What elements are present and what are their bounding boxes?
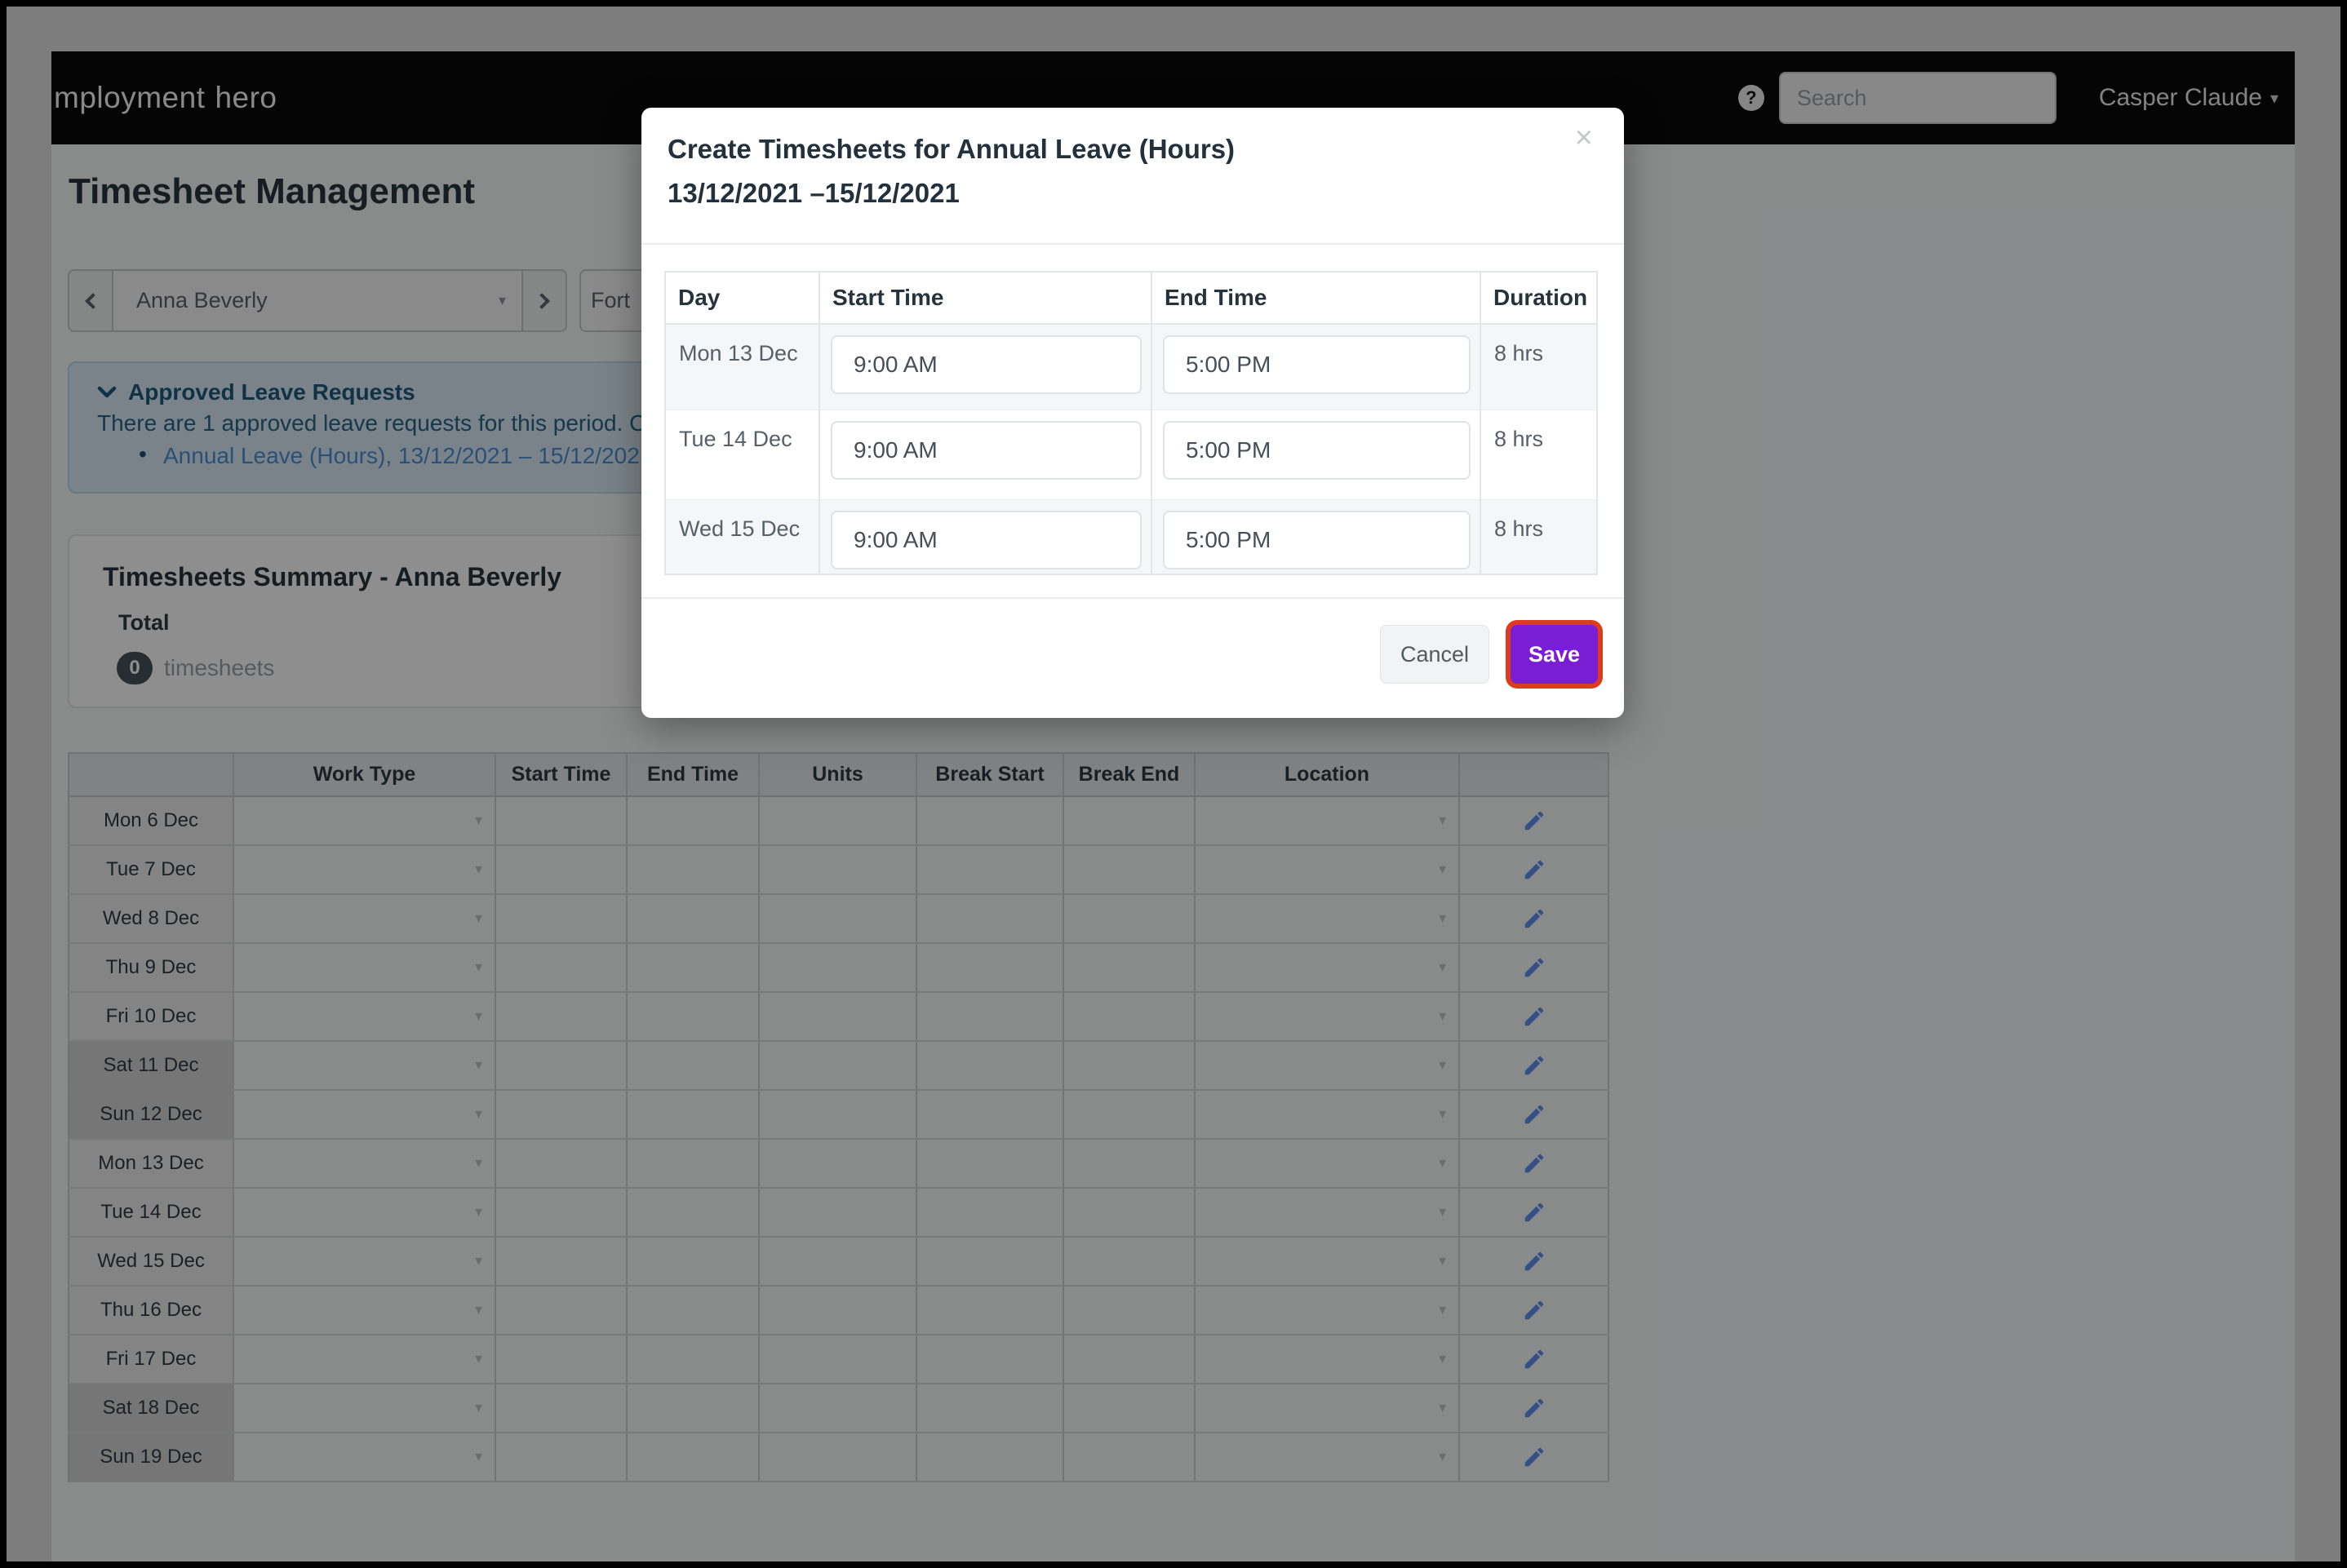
modal-header-divider [641, 243, 1624, 245]
end-time-input[interactable] [1163, 335, 1471, 394]
start-time-input[interactable] [831, 335, 1142, 394]
end-time-input[interactable] [1163, 421, 1471, 480]
modal-title-line1: Create Timesheets for Annual Leave (Hour… [668, 132, 1624, 166]
start-time-cell [819, 499, 1151, 574]
leave-day-label: Tue 14 Dec [665, 410, 819, 499]
leave-time-row: Mon 13 Dec 8 hrs [665, 324, 1597, 410]
save-button[interactable]: Save [1511, 625, 1598, 684]
duration-value: 8 hrs [1480, 324, 1597, 410]
start-time-input[interactable] [831, 511, 1142, 569]
modal-footer-divider [641, 597, 1624, 599]
leave-table-column-header: End Time [1151, 272, 1480, 324]
leave-table-column-header: Duration [1480, 272, 1597, 324]
cancel-button[interactable]: Cancel [1380, 625, 1489, 684]
start-time-cell [819, 410, 1151, 499]
modal-title: Create Timesheets for Annual Leave (Hour… [641, 108, 1624, 210]
leave-day-label: Wed 15 Dec [665, 499, 819, 574]
leave-table-column-header: Start Time [819, 272, 1151, 324]
desktop-background: mploymenthero ? Casper Claude ▾ Timeshee… [7, 7, 2340, 1561]
end-time-input[interactable] [1163, 511, 1471, 569]
leave-table-header-row: DayStart TimeEnd TimeDuration [665, 272, 1597, 324]
start-time-cell [819, 324, 1151, 410]
leave-day-label: Mon 13 Dec [665, 324, 819, 410]
end-time-cell [1151, 410, 1480, 499]
duration-value: 8 hrs [1480, 410, 1597, 499]
leave-times-table: DayStart TimeEnd TimeDuration Mon 13 Dec… [664, 271, 1598, 575]
close-icon[interactable]: × [1575, 122, 1593, 153]
leave-table-column-header: Day [665, 272, 819, 324]
start-time-input[interactable] [831, 421, 1142, 480]
create-timesheets-modal: × Create Timesheets for Annual Leave (Ho… [641, 108, 1624, 718]
modal-title-line2: 13/12/2021 –15/12/2021 [668, 176, 1624, 210]
leave-time-row: Wed 15 Dec 8 hrs [665, 499, 1597, 574]
leave-times-table-body: Mon 13 Dec 8 hrs Tue 14 Dec 8 hrs Wed 15… [665, 324, 1597, 574]
duration-value: 8 hrs [1480, 499, 1597, 574]
end-time-cell [1151, 324, 1480, 410]
leave-time-row: Tue 14 Dec 8 hrs [665, 410, 1597, 499]
end-time-cell [1151, 499, 1480, 574]
